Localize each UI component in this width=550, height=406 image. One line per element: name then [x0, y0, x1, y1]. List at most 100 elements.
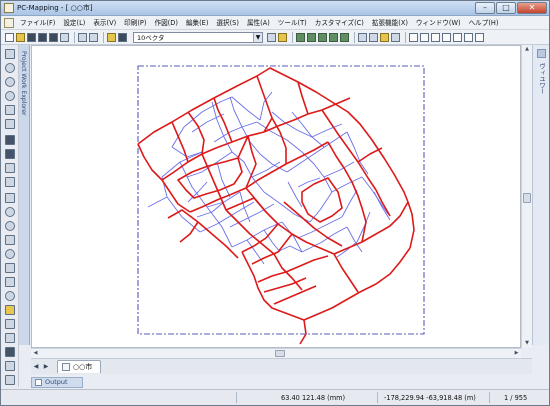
menu-view[interactable]: 表示(V): [89, 16, 120, 30]
save-icon[interactable]: [27, 32, 36, 42]
cursor-position-m: -178,229.94 -63,918.48 (m): [384, 394, 476, 402]
line-tool-icon[interactable]: [5, 193, 15, 203]
page-tool-6-icon[interactable]: [464, 32, 473, 42]
page-tool-7-icon[interactable]: [475, 32, 484, 42]
pen-icon[interactable]: [5, 277, 15, 287]
blue-line: [323, 161, 355, 178]
layer-window-icon[interactable]: [5, 149, 15, 159]
scroll-up-icon[interactable]: ▲: [522, 45, 532, 54]
page-tool-1-icon[interactable]: [409, 32, 418, 42]
close-button[interactable]: ✕: [517, 2, 547, 14]
page-tool-4-icon[interactable]: [442, 32, 451, 42]
minimize-button[interactable]: –: [475, 2, 495, 14]
menu-select[interactable]: 選択(S): [212, 16, 243, 30]
zoom-in-icon[interactable]: [5, 77, 15, 87]
print-icon[interactable]: [49, 32, 58, 42]
point-tool-icon[interactable]: [5, 207, 15, 217]
chevron-down-icon[interactable]: ▼: [253, 32, 262, 42]
anchor-icon[interactable]: [5, 375, 15, 385]
menu-draw[interactable]: 作図(D): [150, 16, 181, 30]
measure-icon[interactable]: [5, 119, 15, 129]
scroll-left-icon[interactable]: ◀: [31, 349, 40, 358]
layer-folder-icon[interactable]: [107, 32, 116, 42]
project-explorer-tab[interactable]: Project Work Explorer: [19, 45, 30, 345]
map-tool-3-icon[interactable]: [318, 32, 327, 42]
document-menu-icon[interactable]: [4, 17, 14, 28]
attribute-tool-4-icon[interactable]: [391, 32, 400, 42]
grid-icon[interactable]: [5, 347, 15, 357]
save-as-icon[interactable]: [38, 32, 47, 42]
viewer-panel-tab[interactable]: ヴィユワー: [532, 45, 549, 345]
menu-print[interactable]: 印刷(P): [120, 16, 150, 30]
menu-window[interactable]: ウィンドウ(W): [412, 16, 465, 30]
tab-prev-icon[interactable]: ◀: [31, 363, 41, 370]
scroll-down-icon[interactable]: ▼: [522, 339, 532, 348]
vertical-scrollbar[interactable]: ▲ ▼: [521, 45, 532, 348]
menu-customize[interactable]: カスタマイズ(C): [311, 16, 368, 30]
zoom-out-icon[interactable]: [5, 91, 15, 101]
blue-line: [311, 123, 343, 138]
bucket-icon[interactable]: [5, 249, 15, 259]
red-line: [245, 163, 287, 189]
menu-help[interactable]: ヘルプ(H): [465, 16, 503, 30]
blue-line: [229, 96, 243, 128]
layer-select[interactable]: 10ベクタ ▼: [133, 31, 263, 43]
attribute-tool-1-icon[interactable]: [358, 32, 367, 42]
maximize-button[interactable]: □: [496, 2, 516, 14]
target-icon[interactable]: [5, 333, 15, 343]
image-icon[interactable]: [5, 361, 15, 371]
layer-property-icon[interactable]: [278, 32, 287, 42]
document-tab-active[interactable]: ○○市: [57, 360, 102, 373]
page-tool-5-icon[interactable]: [453, 32, 462, 42]
map-tool-4-icon[interactable]: [329, 32, 338, 42]
attribute-tool-2-icon[interactable]: [369, 32, 378, 42]
main-toolbar: 10ベクタ ▼: [1, 30, 549, 45]
map-tool-1-icon[interactable]: [296, 32, 305, 42]
label-icon[interactable]: [5, 305, 15, 315]
layer-color-icon[interactable]: [118, 32, 127, 42]
menu-extensions[interactable]: 拡張機能(X): [368, 16, 412, 30]
cut-icon[interactable]: [78, 32, 87, 42]
horizontal-scroll-thumb[interactable]: [275, 350, 285, 357]
tab-next-icon[interactable]: ▶: [41, 363, 51, 370]
output-tab[interactable]: Output: [31, 376, 83, 388]
pan-icon[interactable]: [5, 63, 15, 73]
scroll-right-icon[interactable]: ▶: [512, 349, 521, 358]
window-icon[interactable]: [5, 135, 15, 145]
camera-icon[interactable]: [5, 177, 15, 187]
select-rect-icon[interactable]: [5, 163, 15, 173]
menu-file[interactable]: ファイル(F): [16, 16, 59, 30]
menu-attribute[interactable]: 属性(A): [243, 16, 274, 30]
blue-line: [171, 111, 203, 148]
left-toolbox: [1, 45, 19, 387]
open-folder-icon[interactable]: [16, 32, 25, 42]
brush-icon[interactable]: [5, 263, 15, 273]
edit-vertex-icon[interactable]: [5, 235, 15, 245]
map-canvas[interactable]: [31, 45, 521, 348]
menu-settings[interactable]: 設定(L): [59, 16, 89, 30]
page-tool-2-icon[interactable]: [420, 32, 429, 42]
print-preview-icon[interactable]: [60, 32, 69, 42]
erase-icon[interactable]: [5, 291, 15, 301]
red-line: [241, 251, 305, 321]
layer-up-icon[interactable]: [267, 32, 276, 42]
map-tool-2-icon[interactable]: [307, 32, 316, 42]
vertical-scroll-thumb[interactable]: [523, 193, 531, 203]
copy-icon[interactable]: [89, 32, 98, 42]
red-line: [333, 253, 359, 293]
new-file-icon[interactable]: [5, 32, 14, 42]
attribute-tool-3-icon[interactable]: [380, 32, 389, 42]
cursor-position-mm: 63.40 121.48 (mm): [281, 394, 346, 402]
red-line: [299, 319, 307, 345]
pin-icon[interactable]: [537, 49, 546, 58]
map-tool-5-icon[interactable]: [340, 32, 349, 42]
menu-edit[interactable]: 編集(E): [182, 16, 213, 30]
refresh-icon[interactable]: [5, 105, 15, 115]
pointer-icon[interactable]: [5, 49, 15, 59]
red-line: [357, 147, 383, 163]
horizontal-scrollbar[interactable]: ◀ ▶: [31, 348, 521, 358]
menu-tools[interactable]: ツール(T): [274, 16, 311, 30]
search-icon[interactable]: [5, 221, 15, 231]
polygon-icon[interactable]: [5, 319, 15, 329]
page-tool-3-icon[interactable]: [431, 32, 440, 42]
